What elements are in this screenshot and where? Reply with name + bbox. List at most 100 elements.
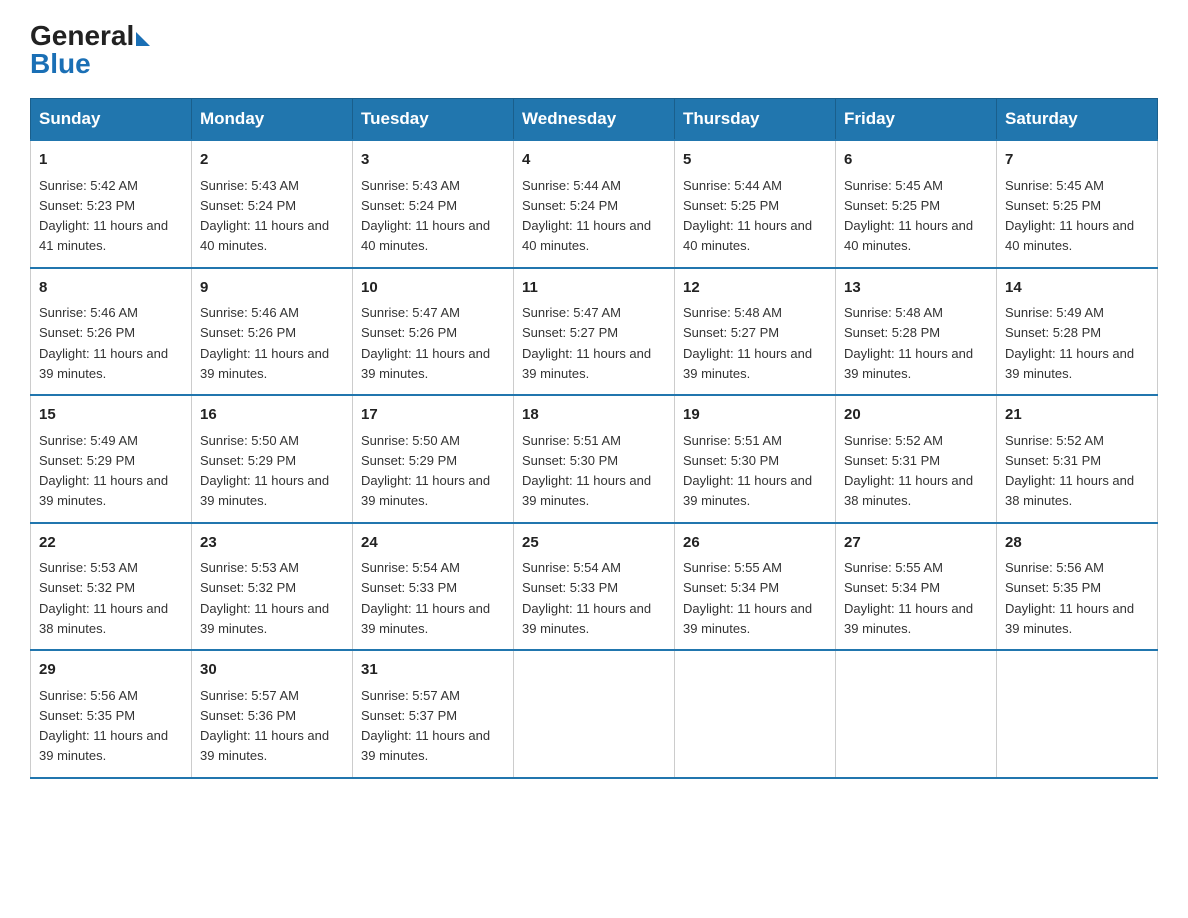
cell-info: Sunrise: 5:53 AMSunset: 5:32 PMDaylight:… xyxy=(39,560,168,636)
calendar-cell: 6 Sunrise: 5:45 AMSunset: 5:25 PMDaylight… xyxy=(836,140,997,268)
day-number: 3 xyxy=(361,149,505,172)
logo: General Blue xyxy=(30,20,150,80)
calendar-cell: 14Sunrise: 5:49 AMSunset: 5:28 PMDayligh… xyxy=(997,268,1158,396)
day-number: 18 xyxy=(522,404,666,427)
calendar-cell: 8 Sunrise: 5:46 AMSunset: 5:26 PMDaylight… xyxy=(31,268,192,396)
calendar-cell: 28 Sunrise: 5:56 AMSunset: 5:35 PMDayligh… xyxy=(997,523,1158,651)
cell-info: Sunrise: 5:52 AMSunset: 5:31 PMDaylight:… xyxy=(844,433,973,509)
cell-info: Sunrise: 5:43 AMSunset: 5:24 PMDaylight:… xyxy=(361,178,490,254)
calendar-cell: 27Sunrise: 5:55 AMSunset: 5:34 PMDayligh… xyxy=(836,523,997,651)
day-number: 7 xyxy=(1005,149,1149,172)
cell-info: Sunrise: 5:46 AMSunset: 5:26 PMDaylight:… xyxy=(200,305,329,381)
calendar-cell: 13 Sunrise: 5:48 AMSunset: 5:28 PMDayligh… xyxy=(836,268,997,396)
calendar-header: SundayMondayTuesdayWednesdayThursdayFrid… xyxy=(31,99,1158,141)
day-number: 25 xyxy=(522,532,666,555)
cell-info: Sunrise: 5:57 AMSunset: 5:37 PMDaylight:… xyxy=(361,688,490,764)
calendar-cell: 3 Sunrise: 5:43 AMSunset: 5:24 PMDaylight… xyxy=(353,140,514,268)
cell-info: Sunrise: 5:42 AMSunset: 5:23 PMDaylight:… xyxy=(39,178,168,254)
column-header-wednesday: Wednesday xyxy=(514,99,675,141)
calendar-cell: 26Sunrise: 5:55 AMSunset: 5:34 PMDayligh… xyxy=(675,523,836,651)
calendar-body: 1 Sunrise: 5:42 AMSunset: 5:23 PMDaylight… xyxy=(31,140,1158,778)
calendar-cell: 15 Sunrise: 5:49 AMSunset: 5:29 PMDayligh… xyxy=(31,395,192,523)
calendar-cell: 30 Sunrise: 5:57 AMSunset: 5:36 PMDayligh… xyxy=(192,650,353,778)
day-number: 20 xyxy=(844,404,988,427)
day-number: 6 xyxy=(844,149,988,172)
column-header-saturday: Saturday xyxy=(997,99,1158,141)
day-number: 31 xyxy=(361,659,505,682)
cell-info: Sunrise: 5:49 AMSunset: 5:29 PMDaylight:… xyxy=(39,433,168,509)
calendar-cell: 23 Sunrise: 5:53 AMSunset: 5:32 PMDayligh… xyxy=(192,523,353,651)
cell-info: Sunrise: 5:50 AMSunset: 5:29 PMDaylight:… xyxy=(200,433,329,509)
day-number: 23 xyxy=(200,532,344,555)
cell-info: Sunrise: 5:55 AMSunset: 5:34 PMDaylight:… xyxy=(683,560,812,636)
cell-info: Sunrise: 5:51 AMSunset: 5:30 PMDaylight:… xyxy=(683,433,812,509)
cell-info: Sunrise: 5:47 AMSunset: 5:26 PMDaylight:… xyxy=(361,305,490,381)
day-number: 2 xyxy=(200,149,344,172)
column-header-sunday: Sunday xyxy=(31,99,192,141)
day-number: 10 xyxy=(361,277,505,300)
calendar-cell: 22Sunrise: 5:53 AMSunset: 5:32 PMDayligh… xyxy=(31,523,192,651)
calendar-cell: 24Sunrise: 5:54 AMSunset: 5:33 PMDayligh… xyxy=(353,523,514,651)
header-row: SundayMondayTuesdayWednesdayThursdayFrid… xyxy=(31,99,1158,141)
day-number: 9 xyxy=(200,277,344,300)
calendar-week-row: 8 Sunrise: 5:46 AMSunset: 5:26 PMDaylight… xyxy=(31,268,1158,396)
cell-info: Sunrise: 5:56 AMSunset: 5:35 PMDaylight:… xyxy=(1005,560,1134,636)
calendar-cell: 2 Sunrise: 5:43 AMSunset: 5:24 PMDaylight… xyxy=(192,140,353,268)
calendar-cell: 19 Sunrise: 5:51 AMSunset: 5:30 PMDayligh… xyxy=(675,395,836,523)
cell-info: Sunrise: 5:55 AMSunset: 5:34 PMDaylight:… xyxy=(844,560,973,636)
day-number: 15 xyxy=(39,404,183,427)
calendar-cell: 4 Sunrise: 5:44 AMSunset: 5:24 PMDaylight… xyxy=(514,140,675,268)
day-number: 29 xyxy=(39,659,183,682)
calendar-cell: 16 Sunrise: 5:50 AMSunset: 5:29 PMDayligh… xyxy=(192,395,353,523)
column-header-thursday: Thursday xyxy=(675,99,836,141)
day-number: 19 xyxy=(683,404,827,427)
day-number: 17 xyxy=(361,404,505,427)
cell-info: Sunrise: 5:43 AMSunset: 5:24 PMDaylight:… xyxy=(200,178,329,254)
day-number: 14 xyxy=(1005,277,1149,300)
calendar-cell: 17 Sunrise: 5:50 AMSunset: 5:29 PMDayligh… xyxy=(353,395,514,523)
calendar-week-row: 1 Sunrise: 5:42 AMSunset: 5:23 PMDaylight… xyxy=(31,140,1158,268)
calendar-week-row: 22Sunrise: 5:53 AMSunset: 5:32 PMDayligh… xyxy=(31,523,1158,651)
day-number: 11 xyxy=(522,277,666,300)
calendar-cell: 20 Sunrise: 5:52 AMSunset: 5:31 PMDayligh… xyxy=(836,395,997,523)
day-number: 12 xyxy=(683,277,827,300)
calendar-cell xyxy=(514,650,675,778)
calendar-cell: 29Sunrise: 5:56 AMSunset: 5:35 PMDayligh… xyxy=(31,650,192,778)
day-number: 28 xyxy=(1005,532,1149,555)
day-number: 8 xyxy=(39,277,183,300)
cell-info: Sunrise: 5:51 AMSunset: 5:30 PMDaylight:… xyxy=(522,433,651,509)
day-number: 16 xyxy=(200,404,344,427)
cell-info: Sunrise: 5:48 AMSunset: 5:28 PMDaylight:… xyxy=(844,305,973,381)
calendar-week-row: 29Sunrise: 5:56 AMSunset: 5:35 PMDayligh… xyxy=(31,650,1158,778)
day-number: 1 xyxy=(39,149,183,172)
day-number: 30 xyxy=(200,659,344,682)
calendar-cell: 31 Sunrise: 5:57 AMSunset: 5:37 PMDayligh… xyxy=(353,650,514,778)
page-header: General Blue xyxy=(30,20,1158,80)
calendar-cell xyxy=(836,650,997,778)
cell-info: Sunrise: 5:53 AMSunset: 5:32 PMDaylight:… xyxy=(200,560,329,636)
calendar-cell: 12Sunrise: 5:48 AMSunset: 5:27 PMDayligh… xyxy=(675,268,836,396)
cell-info: Sunrise: 5:47 AMSunset: 5:27 PMDaylight:… xyxy=(522,305,651,381)
cell-info: Sunrise: 5:50 AMSunset: 5:29 PMDaylight:… xyxy=(361,433,490,509)
cell-info: Sunrise: 5:54 AMSunset: 5:33 PMDaylight:… xyxy=(361,560,490,636)
calendar-cell: 25 Sunrise: 5:54 AMSunset: 5:33 PMDayligh… xyxy=(514,523,675,651)
cell-info: Sunrise: 5:45 AMSunset: 5:25 PMDaylight:… xyxy=(844,178,973,254)
cell-info: Sunrise: 5:57 AMSunset: 5:36 PMDaylight:… xyxy=(200,688,329,764)
calendar-cell xyxy=(675,650,836,778)
cell-info: Sunrise: 5:46 AMSunset: 5:26 PMDaylight:… xyxy=(39,305,168,381)
calendar-cell: 7Sunrise: 5:45 AMSunset: 5:25 PMDaylight… xyxy=(997,140,1158,268)
column-header-tuesday: Tuesday xyxy=(353,99,514,141)
calendar-week-row: 15 Sunrise: 5:49 AMSunset: 5:29 PMDayligh… xyxy=(31,395,1158,523)
calendar-cell: 5Sunrise: 5:44 AMSunset: 5:25 PMDaylight… xyxy=(675,140,836,268)
calendar-cell: 9 Sunrise: 5:46 AMSunset: 5:26 PMDaylight… xyxy=(192,268,353,396)
calendar-cell: 11 Sunrise: 5:47 AMSunset: 5:27 PMDayligh… xyxy=(514,268,675,396)
cell-info: Sunrise: 5:44 AMSunset: 5:24 PMDaylight:… xyxy=(522,178,651,254)
cell-info: Sunrise: 5:54 AMSunset: 5:33 PMDaylight:… xyxy=(522,560,651,636)
logo-blue: Blue xyxy=(30,48,91,80)
day-number: 13 xyxy=(844,277,988,300)
calendar-table: SundayMondayTuesdayWednesdayThursdayFrid… xyxy=(30,98,1158,779)
column-header-friday: Friday xyxy=(836,99,997,141)
calendar-cell: 1 Sunrise: 5:42 AMSunset: 5:23 PMDaylight… xyxy=(31,140,192,268)
calendar-cell: 18 Sunrise: 5:51 AMSunset: 5:30 PMDayligh… xyxy=(514,395,675,523)
day-number: 4 xyxy=(522,149,666,172)
